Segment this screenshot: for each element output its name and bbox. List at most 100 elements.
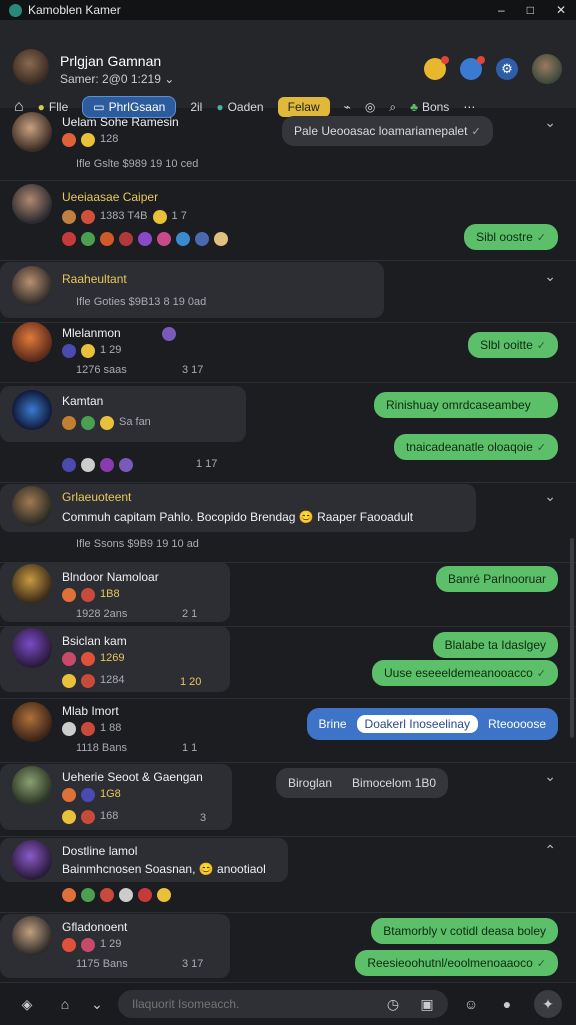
check-icon: ✓	[536, 340, 546, 352]
notifications-icon[interactable]	[424, 56, 449, 80]
check-icon: ✓	[536, 232, 546, 244]
list-item[interactable]: Mlelanmon 1 29 1276 saas 3 17 Slbl ooitt…	[0, 322, 576, 383]
message-bubble[interactable]: Rinishuay omrdcaseambey	[374, 392, 558, 418]
user-avatar-icon[interactable]	[532, 54, 562, 84]
profile-status[interactable]: Samer: 2@0 1:219 ⌄	[60, 72, 174, 86]
message-meta: 1284	[100, 674, 125, 686]
list-item[interactable]: Raaheultant Ifle Goties $9B13 8 19 0ad ⌄	[0, 260, 576, 323]
message-text: Commuh capitam Pahlo. Bocopido Brendag 😊…	[62, 510, 414, 524]
message-meta: 3	[200, 812, 207, 824]
attach-icon[interactable]: ▣	[416, 993, 438, 1015]
message-bubble[interactable]: Biroglan Bimocelom 1B0	[276, 768, 449, 798]
emoji-icon[interactable]: ☺	[460, 993, 482, 1015]
reaction-row: 1 88	[62, 722, 121, 736]
avatar	[12, 390, 52, 430]
list-item[interactable]: Ueherie Seoot & Gaengan 1G8 168 3 Birogl…	[0, 762, 576, 837]
reaction-icon	[81, 133, 95, 147]
message-bubble[interactable]: Brine Doakerl Inoseelinay Rteoooose	[306, 708, 558, 740]
list-item[interactable]: Gfladonoent 1 29 1175 Bans 3 17 Btamorbl…	[0, 912, 576, 982]
mic-icon[interactable]: ●	[496, 993, 518, 1015]
message-meta: 3 17	[182, 364, 204, 376]
contact-name: Blndoor Namoloar	[62, 570, 159, 584]
message-bubble[interactable]: Blalabe ta Idaslgey	[432, 632, 558, 658]
message-meta: 1276 saas	[76, 364, 127, 376]
message-text: Pale Ueooasac loamariamepalet	[294, 124, 468, 138]
reaction-row: 1383 T4B 1 7	[62, 210, 187, 224]
gear-icon[interactable]: ⚙	[496, 58, 518, 80]
message-meta: 2 1	[182, 608, 198, 620]
message-text: Btamorbly v cotidl deasa boley	[383, 924, 546, 938]
reaction-row: 168	[62, 810, 118, 824]
message-bubble[interactable]: Slbl ooitte ✓	[468, 332, 558, 358]
message-meta: 1 1	[182, 742, 198, 754]
message-list[interactable]: Uelam Sohe Ramesin 128 Ifle Gslte $989 1…	[0, 108, 576, 982]
avatar	[12, 112, 52, 152]
list-item[interactable]: Dostline lamol Bainmhcnosen Soasnan, 😊 a…	[0, 836, 576, 913]
reaction-count: 1 29	[100, 938, 122, 950]
message-bubble[interactable]: Pale Ueooasac loamariamepalet ✓	[282, 116, 493, 146]
message-text: Banré Parlnooruar	[447, 572, 546, 586]
message-bubble[interactable]: Sibl oostre ✓	[464, 224, 558, 250]
chevron-down-icon[interactable]: ⌄	[544, 114, 556, 131]
app-logo-icon	[9, 3, 22, 17]
send-icon[interactable]: ✦	[534, 990, 562, 1018]
message-bubble[interactable]: tnaicadeanatle oloaqoie ✓	[394, 434, 558, 460]
message-text: tnaicadeanatle oloaqoie	[406, 440, 533, 454]
check-icon: ✓	[471, 126, 481, 138]
list-item[interactable]: Kamtan Sa fan 1 17 Rinishuay omrdcaseamb…	[0, 382, 576, 483]
reaction-count: 1383 T4B	[100, 210, 148, 222]
clock-icon[interactable]: ◷	[382, 993, 404, 1015]
contact-name: Grlaeuoteent	[62, 490, 132, 504]
chevron-down-icon[interactable]: ⌄	[544, 268, 556, 285]
list-item[interactable]: Blndoor Namoloar 1B8 1928 2ans 2 1 Banré…	[0, 562, 576, 627]
reaction-row: 128	[62, 133, 118, 147]
avatar	[12, 486, 52, 526]
scrollbar[interactable]	[570, 538, 574, 738]
check-icon: ✓	[536, 668, 546, 680]
message-bubble[interactable]: Btamorbly v cotidl deasa boley	[371, 918, 558, 944]
list-item[interactable]: Mlab Imort 1 88 1118 Bans 1 1 Brine Doak…	[0, 698, 576, 763]
avatar	[12, 184, 52, 224]
reaction-row	[62, 232, 228, 246]
maximize-icon[interactable]: □	[527, 3, 534, 17]
chevron-down-icon[interactable]: ⌄	[164, 72, 174, 86]
message-input[interactable]	[118, 990, 366, 1018]
message-meta: 1175 Bans	[76, 958, 128, 970]
message-bubble[interactable]: Reesieoohutnl/eoolmenoaaoco ✓	[355, 950, 558, 976]
message-text: Slbl ooitte	[480, 338, 533, 352]
chevron-down-icon[interactable]: ⌄	[544, 488, 556, 505]
reaction-row	[62, 888, 171, 902]
title-bar: Kamoblen Kamer – □ ✕	[0, 0, 576, 20]
minimize-icon[interactable]: –	[498, 3, 505, 17]
message-bubble[interactable]: Uuse eseeeldemeanooacco ✓	[372, 660, 558, 686]
contact-name: Gfladonoent	[62, 920, 128, 934]
message-meta: 1 20	[180, 676, 202, 688]
list-item[interactable]: Uelam Sohe Ramesin 128 Ifle Gslte $989 1…	[0, 108, 576, 181]
reaction-row: 1269	[62, 652, 124, 666]
message-bubble[interactable]: Banré Parlnooruar	[435, 566, 558, 592]
message-bubble[interactable]	[0, 262, 384, 318]
reaction-icon	[152, 210, 167, 224]
alerts-icon[interactable]	[460, 56, 485, 80]
reaction-row: 1 29	[62, 938, 121, 952]
chevron-up-icon[interactable]: ⌃	[544, 842, 556, 859]
chevron-down-icon[interactable]: ⌄	[544, 768, 556, 785]
list-item[interactable]: Ueeiaasae Caiper 1383 T4B 1 7 Sibl oostre…	[0, 180, 576, 261]
profile-status-text: Samer: 2@0 1:219	[60, 72, 161, 86]
list-item[interactable]: Grlaeuoteent Commuh capitam Pahlo. Bocop…	[0, 482, 576, 563]
avatar[interactable]	[13, 49, 49, 85]
message-text: Rinishuay omrdcaseambey	[386, 398, 531, 412]
reaction-count: Sa fan	[119, 416, 151, 428]
avatar	[12, 266, 52, 306]
chevron-down-icon[interactable]: ⌄	[86, 993, 108, 1015]
list-item[interactable]: Bsiclan kam 1269 1284 1 20 Blalabe ta Id…	[0, 626, 576, 699]
close-icon[interactable]: ✕	[556, 3, 566, 17]
message-text[interactable]: Doakerl Inoseelinay	[356, 715, 478, 733]
reaction-count: 128	[100, 133, 119, 145]
reaction-icon	[62, 133, 76, 147]
message-text: Brine	[318, 717, 347, 731]
home-icon[interactable]: ⌂	[54, 993, 76, 1015]
message-meta: 1 7	[171, 210, 187, 222]
composer-bar: ◈ ⌂ ⌄ ◷ ▣ ☺ ● ✦	[0, 982, 576, 1025]
camera-icon[interactable]: ◈	[16, 993, 38, 1015]
